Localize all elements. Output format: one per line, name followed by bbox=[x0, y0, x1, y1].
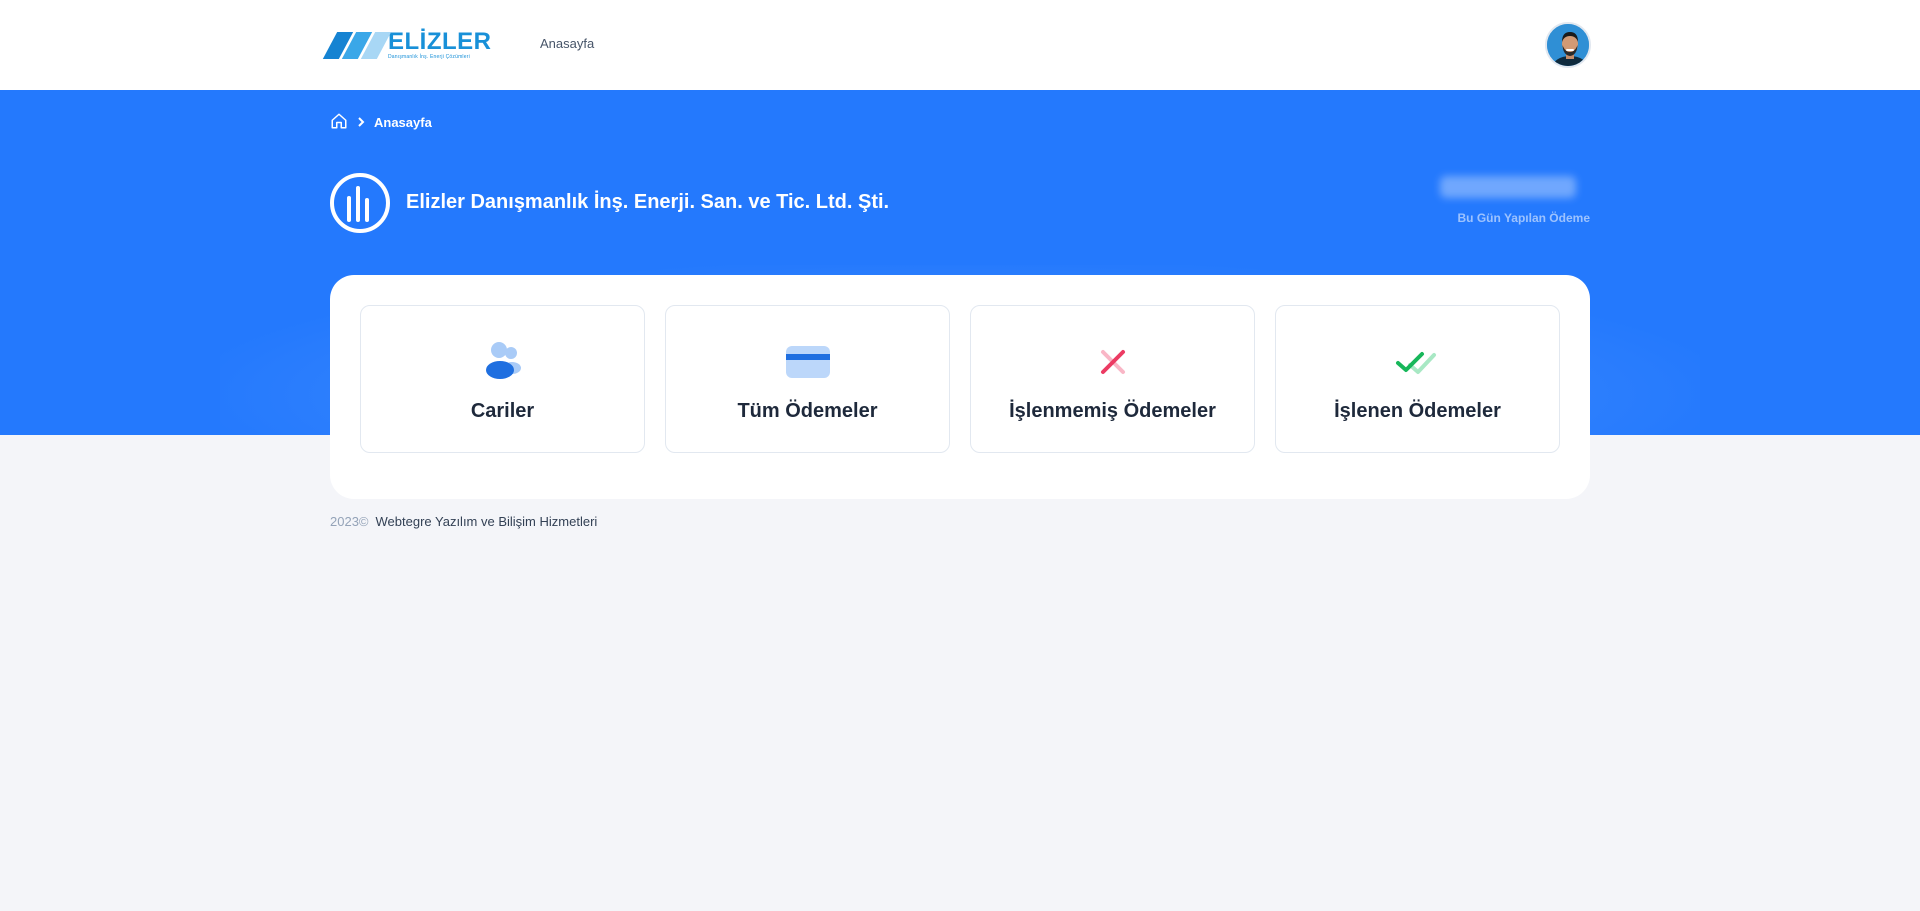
logo-subtitle: Danışmanlık İnş. Enerji Çözümleri bbox=[388, 54, 470, 60]
company-logo-icon bbox=[330, 173, 390, 233]
tile-cariler[interactable]: Cariler bbox=[360, 305, 645, 453]
close-icon bbox=[1089, 338, 1137, 386]
nav-link-anasayfa[interactable]: Anasayfa bbox=[540, 36, 594, 51]
chevron-right-icon bbox=[356, 115, 366, 130]
quick-links-panel: Cariler Tüm Ödemeler İşlenmemiş Ödemeler bbox=[330, 275, 1590, 499]
today-payment-amount bbox=[1440, 176, 1576, 198]
tile-islenmemis-odemeler[interactable]: İşlenmemiş Ödemeler bbox=[970, 305, 1255, 453]
tile-label: İşlenmemiş Ödemeler bbox=[1009, 400, 1216, 422]
breadcrumb: Anasayfa bbox=[330, 112, 432, 133]
footer-company-link[interactable]: Webtegre Yazılım ve Bilişim Hizmetleri bbox=[376, 514, 598, 529]
home-icon[interactable] bbox=[330, 112, 348, 133]
double-check-icon bbox=[1394, 338, 1442, 386]
today-payment-label: Bu Gün Yapılan Ödeme bbox=[1457, 211, 1590, 225]
brand-logo[interactable]: ELİZLER Danışmanlık İnş. Enerji Çözümler… bbox=[322, 30, 492, 60]
tile-label: İşlenen Ödemeler bbox=[1334, 400, 1501, 422]
users-icon bbox=[479, 338, 527, 386]
logo-name: ELİZLER bbox=[388, 28, 492, 55]
footer-year: 2023© bbox=[330, 514, 369, 529]
logo-stripes bbox=[322, 31, 392, 59]
top-navbar: ELİZLER Danışmanlık İnş. Enerji Çözümler… bbox=[0, 0, 1920, 90]
tile-islenen-odemeler[interactable]: İşlenen Ödemeler bbox=[1275, 305, 1560, 453]
tile-tum-odemeler[interactable]: Tüm Ödemeler bbox=[665, 305, 950, 453]
user-avatar[interactable] bbox=[1545, 22, 1591, 68]
logo-text: ELİZLER Danışmanlık İnş. Enerji Çözümler… bbox=[388, 30, 492, 60]
breadcrumb-current: Anasayfa bbox=[374, 115, 432, 130]
tile-label: Tüm Ödemeler bbox=[737, 400, 878, 422]
footer: 2023© Webtegre Yazılım ve Bilişim Hizmet… bbox=[330, 514, 597, 529]
company-name: Elizler Danışmanlık İnş. Enerji. San. ve… bbox=[406, 191, 890, 213]
tile-label: Cariler bbox=[470, 400, 535, 422]
credit-card-icon bbox=[784, 338, 832, 386]
